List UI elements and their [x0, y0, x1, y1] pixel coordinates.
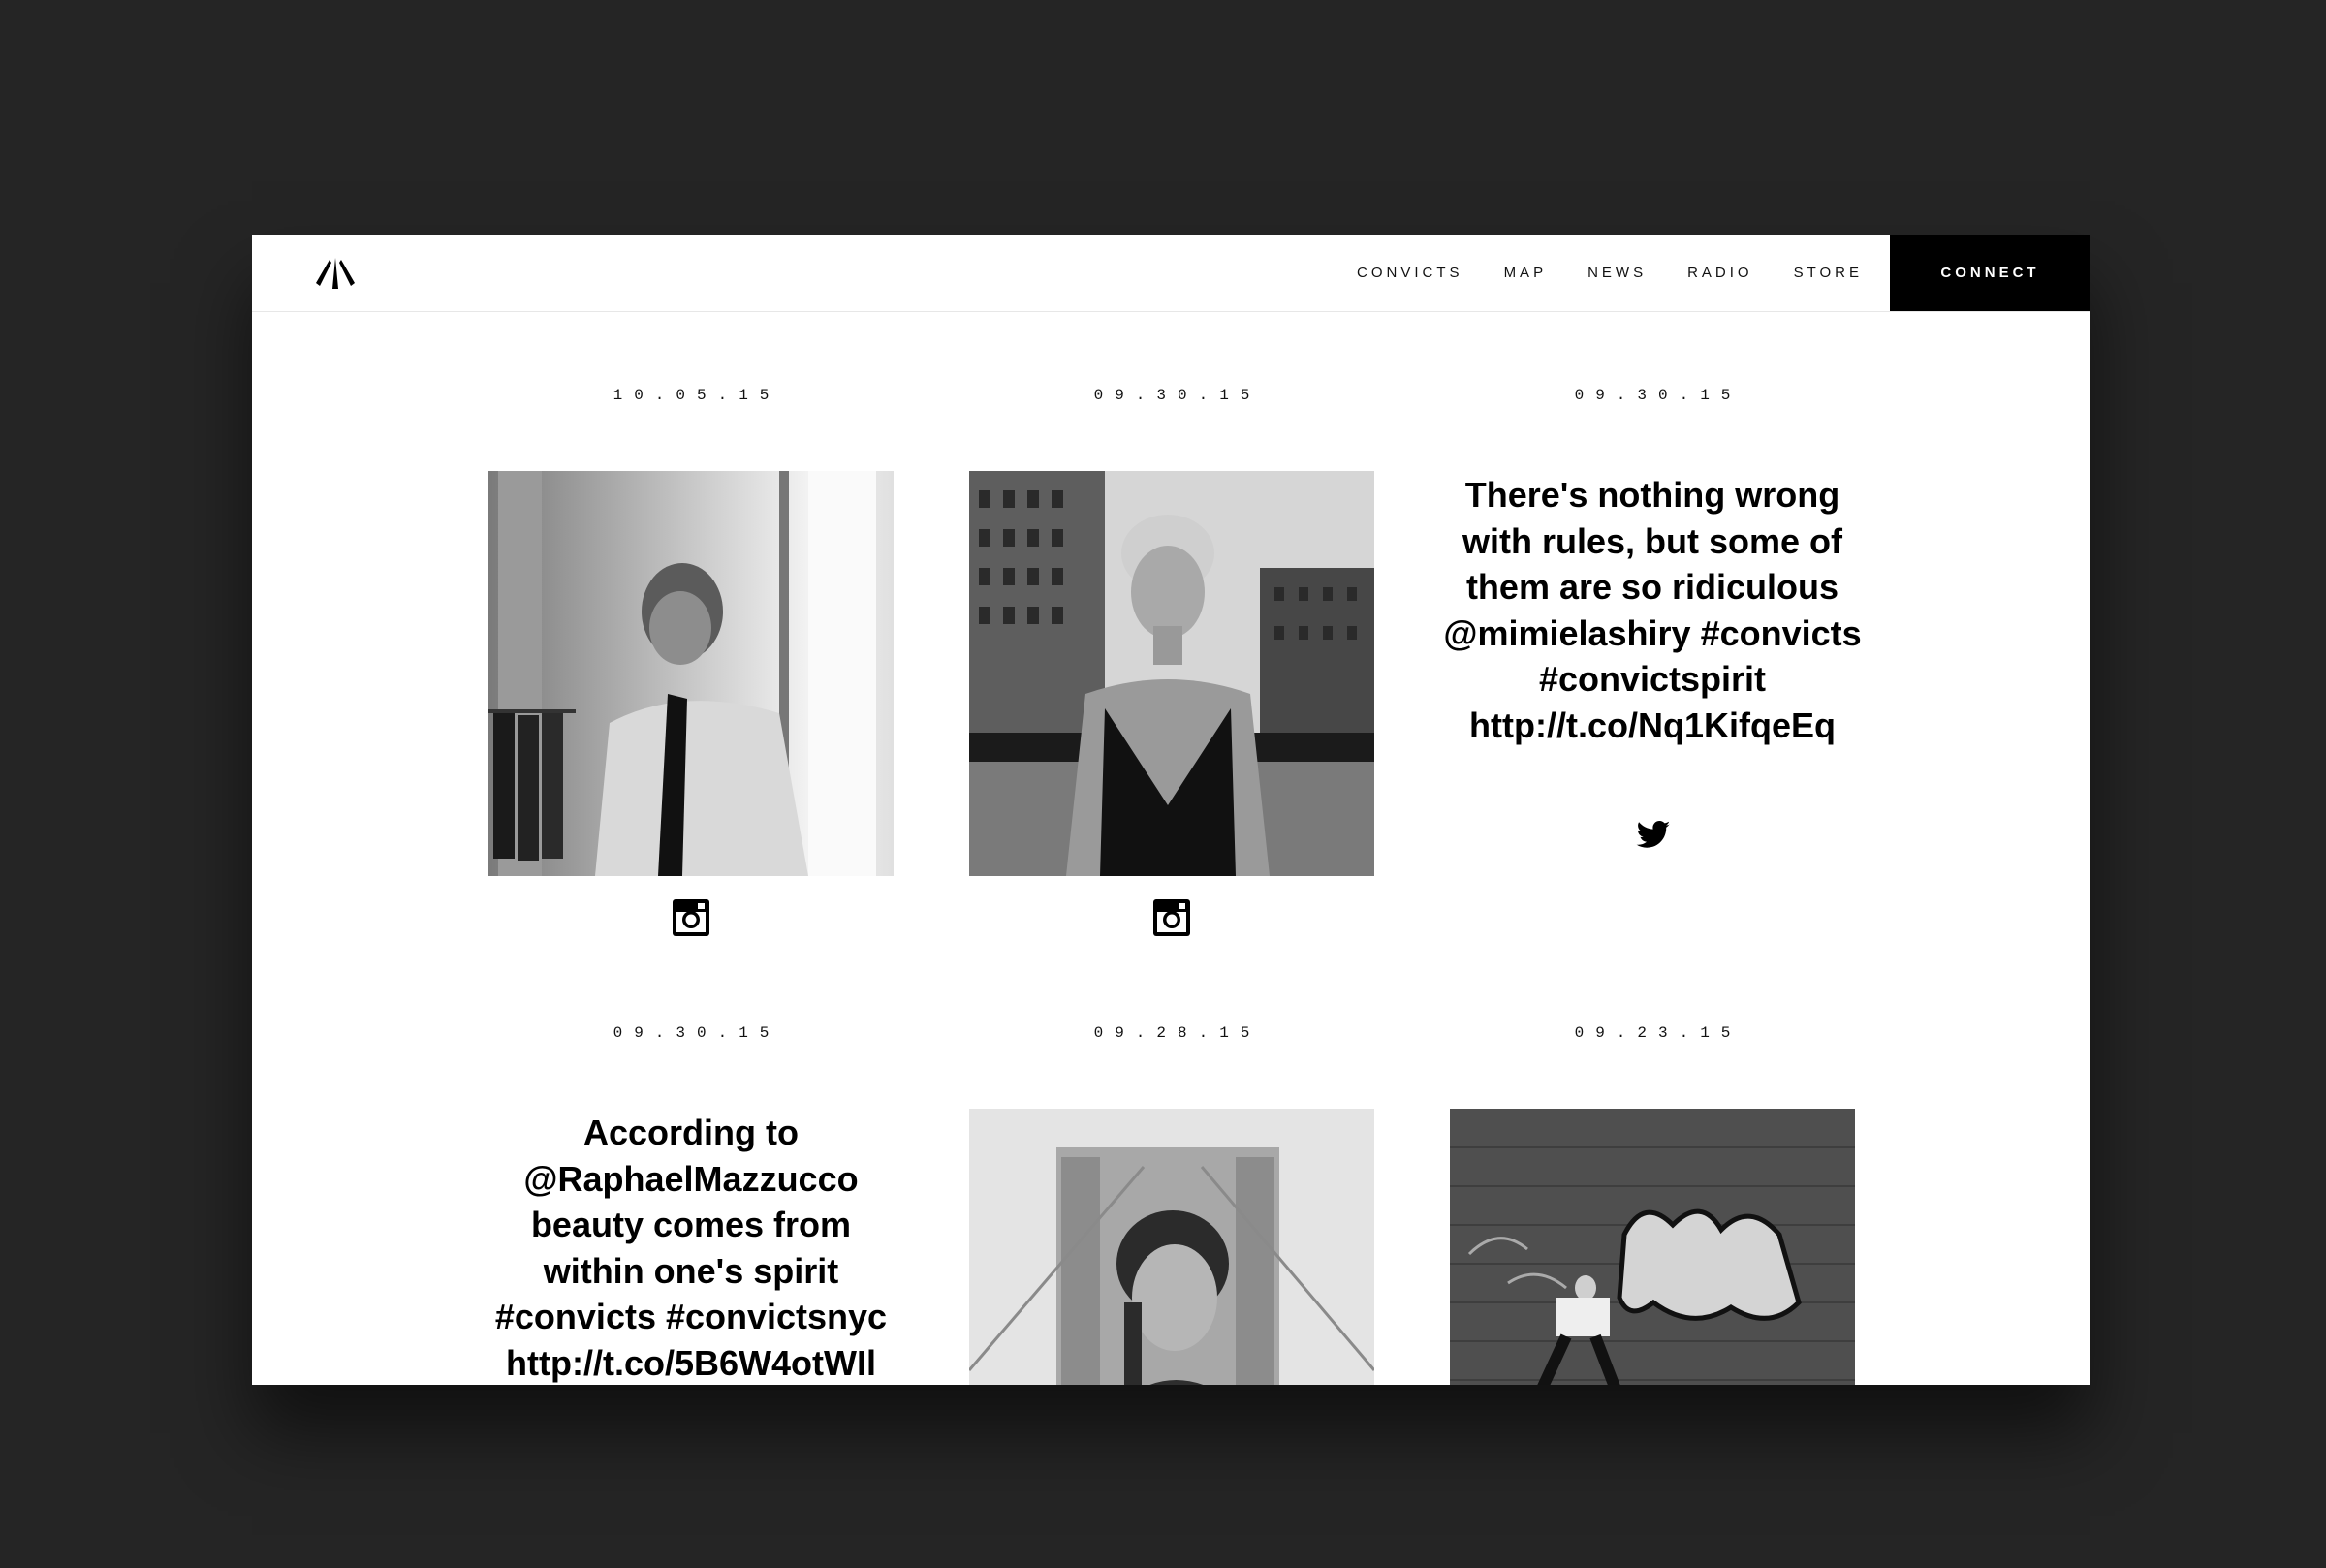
instagram-icon[interactable]	[672, 898, 710, 937]
post-date: 09.30.15	[1574, 387, 1743, 404]
tweet-text: According to @RaphaelMazzucco beauty com…	[494, 1113, 888, 1383]
nav-convicts[interactable]: CONVICTS	[1357, 265, 1463, 281]
browser-window: CONVICTS MAP NEWS RADIO STORE CONNECT 10…	[252, 235, 2090, 1385]
post-photo[interactable]	[1450, 1109, 1855, 1385]
nav-radio[interactable]: RADIO	[1687, 265, 1753, 281]
post-photo[interactable]	[488, 471, 894, 876]
post-date: 09.28.15	[1093, 1024, 1262, 1042]
post-date: 09.30.15	[613, 1024, 781, 1042]
post-date: 09.23.15	[1574, 1024, 1743, 1042]
post-date: 09.30.15	[1093, 387, 1262, 404]
convicts-logo-icon[interactable]	[314, 254, 357, 293]
post-date: 10.05.15	[613, 387, 781, 404]
nav-store[interactable]: STORE	[1794, 265, 1863, 281]
post-photo[interactable]	[969, 1109, 1374, 1385]
post-photo[interactable]	[969, 471, 1374, 876]
nav-news[interactable]: NEWS	[1587, 265, 1647, 281]
instagram-icon[interactable]	[1152, 898, 1191, 937]
twitter-icon[interactable]	[1636, 819, 1671, 852]
connect-button[interactable]: CONNECT	[1890, 235, 2090, 311]
site-header: CONVICTS MAP NEWS RADIO STORE CONNECT	[252, 235, 2090, 312]
main-nav: CONVICTS MAP NEWS RADIO STORE	[1316, 235, 1863, 311]
tweet-text: There's nothing wrong with rules, but so…	[1443, 475, 1862, 745]
nav-map[interactable]: MAP	[1504, 265, 1548, 281]
